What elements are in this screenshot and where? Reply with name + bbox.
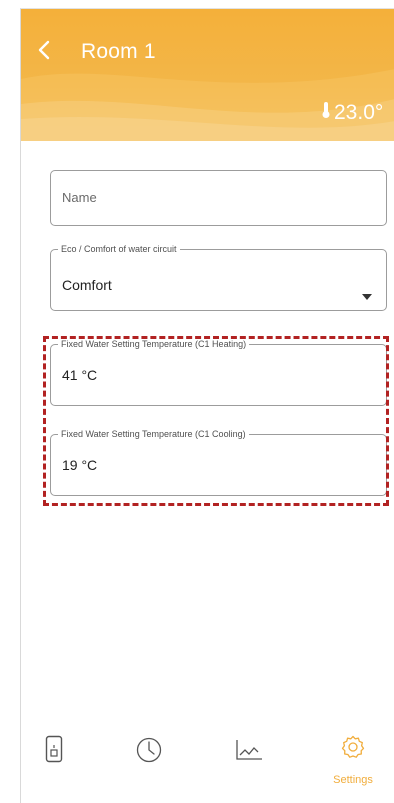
chevron-down-icon[interactable] [362, 294, 372, 300]
clock-icon [136, 737, 162, 763]
page-title: Room 1 [81, 40, 156, 63]
header: Room 1 23.0° [21, 9, 394, 141]
highlight-box [43, 336, 389, 506]
app-screen: Room 1 23.0° Name Eco / Comfort of water… [20, 8, 394, 803]
eco-comfort-value: Comfort [62, 277, 112, 293]
device-icon [45, 735, 63, 763]
nav-item-statistics[interactable] [219, 724, 279, 794]
gear-icon [341, 735, 365, 758]
room-temperature-value: 23.0° [334, 101, 384, 124]
room-temperature: 23.0° [321, 101, 383, 125]
eco-comfort-select[interactable]: Eco / Comfort of water circuit Comfort [50, 243, 387, 311]
name-field[interactable]: Name [50, 170, 387, 226]
nav-item-device[interactable] [24, 724, 84, 794]
bottom-nav: Settings [21, 724, 394, 803]
back-arrow-icon[interactable] [35, 39, 53, 61]
name-placeholder: Name [62, 190, 97, 205]
thermometer-icon [321, 101, 331, 125]
nav-item-schedule[interactable] [119, 724, 179, 794]
nav-label-settings: Settings [333, 774, 373, 786]
nav-item-settings[interactable]: Settings [323, 724, 383, 794]
eco-comfort-label: Eco / Comfort of water circuit [58, 243, 180, 255]
chart-icon [236, 740, 262, 760]
